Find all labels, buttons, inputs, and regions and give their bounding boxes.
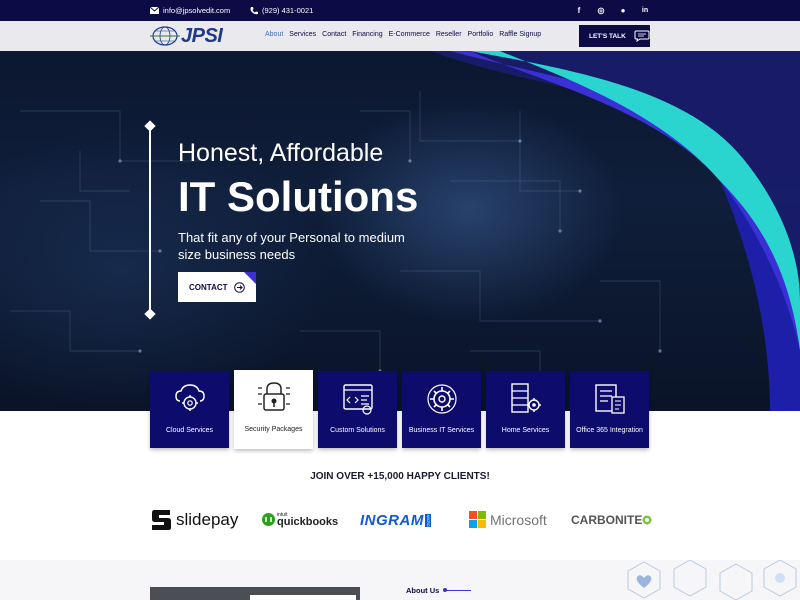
carbonite-dot-icon [642,515,652,525]
phone-link[interactable]: (929) 431-0021 [250,6,313,15]
nav-menu: About Services Contact Financing E-Comme… [265,31,541,38]
facebook-icon[interactable]: f [572,4,586,16]
carbonite-logo: CARBONITE [571,513,652,527]
service-card-security[interactable]: Security Packages [234,370,313,449]
main-navigation: JPSI About Services Contact Financing E-… [0,21,800,51]
lets-talk-button[interactable]: LET'S TALK [579,25,650,47]
cloud-gear-icon [175,384,205,411]
email-text: info@jpsolvedit.com [163,6,231,15]
nav-item-financing[interactable]: Financing [352,31,382,38]
server-gear-icon [511,383,541,413]
about-us-line [443,588,472,592]
nav-item-about[interactable]: About [265,31,283,38]
hero-heading-line1: Honest, Affordable [178,139,384,167]
slidepay-logo: slidepay [150,508,238,532]
service-label: Cloud Services [165,427,214,434]
micro-text: MICRO [424,513,431,528]
clients-heading: JOIN OVER +15,000 HAPPY CLIENTS! [310,471,490,482]
nav-item-services[interactable]: Services [289,31,316,38]
service-card-custom[interactable]: Custom Solutions [318,371,397,448]
quickbooks-logo: intuit quickbooks [262,512,339,528]
heart-icon [636,575,652,588]
microsoft-text: Microsoft [490,511,547,528]
lets-talk-label: LET'S TALK [589,32,626,40]
phone-icon [250,6,258,14]
nav-item-ecommerce[interactable]: E-Commerce [389,31,430,38]
service-label: Business IT Services [408,427,475,434]
button-corner-accent [244,272,256,284]
hero-heading-main: IT Solutions [178,173,419,220]
linkedin-icon[interactable]: in [638,4,652,16]
code-window-icon [343,384,373,415]
nav-item-raffle-signup[interactable]: Raffle Signup [499,31,541,38]
about-section: About Us [0,560,800,600]
about-us-label-row: About Us [406,586,472,595]
contact-button-label: CONTACT [189,282,228,292]
nav-item-reseller[interactable]: Reseller [436,31,462,38]
slidepay-text: slidepay [176,510,239,529]
microsoft-windows-icon [469,511,486,528]
client-logos: slidepay intuit quickbooks INGRAM MICRO … [0,506,800,536]
top-contact-bar: info@jpsolvedit.com (929) 431-0021 f ◎ ●… [0,0,800,21]
service-card-office365[interactable]: Office 365 Integration [570,371,649,448]
ingram-micro-logo: INGRAM MICRO [360,512,431,529]
service-label: Office 365 Integration [576,427,643,434]
service-card-business-it[interactable]: Business IT Services [402,371,481,448]
service-card-home[interactable]: Home Services [486,371,565,448]
carbonite-text: CARBONITE [571,513,643,527]
nav-item-contact[interactable]: Contact [322,31,346,38]
service-label: Custom Solutions [330,427,385,434]
nav-item-portfolio[interactable]: Portfolio [468,31,494,38]
quickbooks-qb-icon [262,512,275,526]
chat-bubble-icon [634,30,650,42]
hero-section: Honest, Affordable IT Solutions That fit… [0,51,800,411]
about-us-label: About Us [406,586,440,595]
service-card-cloud[interactable]: Cloud Services [150,371,229,448]
phone-text: (929) 431-0021 [262,6,314,15]
hero-contact-button[interactable]: CONTACT [178,272,256,302]
ingram-text: INGRAM [360,512,424,529]
circle-icon [775,573,785,583]
reddit-icon[interactable]: ● [616,4,630,16]
security-lock-icon [258,382,290,411]
quickbooks-text: quickbooks [277,516,339,528]
envelope-icon [150,7,159,14]
gear-icon [427,384,457,414]
about-photo-overlay [250,595,356,600]
microsoft-logo: Microsoft [469,511,547,528]
site-logo[interactable]: JPSI [150,25,242,47]
hero-subtitle: That fit any of your Personal to medium … [178,230,405,262]
service-label: Security Packages [244,426,303,433]
slidepay-s-icon [152,510,171,530]
logo-text: JPSI [181,25,223,47]
instagram-icon[interactable]: ◎ [594,4,608,16]
arrow-circle-icon [233,281,245,293]
hexagon-decoration [627,560,797,600]
office-tools-icon [595,384,625,414]
hero-divider-line [149,126,151,314]
service-label: Home Services [501,427,550,434]
email-link[interactable]: info@jpsolvedit.com [150,6,230,15]
